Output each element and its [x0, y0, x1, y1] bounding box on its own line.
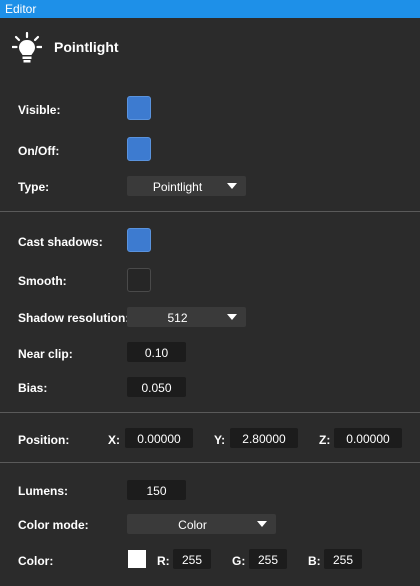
- onoff-label: On/Off:: [18, 144, 60, 158]
- color-mode-label: Color mode:: [18, 518, 89, 532]
- section-divider: [0, 462, 420, 463]
- smooth-checkbox[interactable]: [127, 268, 151, 292]
- shadow-resolution-label: Shadow resolution:: [18, 311, 130, 325]
- type-label: Type:: [18, 180, 50, 194]
- window-title: Editor: [5, 2, 37, 16]
- position-x-label: X:: [108, 433, 120, 447]
- chevron-down-icon: [227, 314, 237, 320]
- color-b-label: B:: [308, 554, 321, 568]
- color-label: Color:: [18, 554, 54, 568]
- shadow-resolution-dropdown[interactable]: 512: [127, 307, 246, 327]
- position-x-input[interactable]: 0.00000: [125, 428, 193, 448]
- window-titlebar[interactable]: Editor: [0, 0, 420, 18]
- chevron-down-icon: [227, 183, 237, 189]
- color-mode-value: Color: [178, 518, 207, 532]
- position-label: Position:: [18, 433, 70, 447]
- color-g-input[interactable]: 255: [249, 549, 287, 569]
- chevron-down-icon: [257, 521, 267, 527]
- color-swatch[interactable]: [128, 550, 146, 568]
- visible-checkbox[interactable]: [127, 96, 151, 120]
- color-r-input[interactable]: 255: [173, 549, 211, 569]
- lumens-label: Lumens:: [18, 484, 69, 498]
- smooth-label: Smooth:: [18, 274, 67, 288]
- section-divider: [0, 211, 420, 212]
- lumens-input[interactable]: 150: [127, 480, 186, 500]
- position-y-input[interactable]: 2.80000: [230, 428, 298, 448]
- section-divider: [0, 412, 420, 413]
- position-y-label: Y:: [214, 433, 226, 447]
- position-z-label: Z:: [319, 433, 331, 447]
- component-title: Pointlight: [54, 39, 119, 55]
- component-header: Pointlight: [0, 18, 420, 68]
- shadow-resolution-value: 512: [167, 311, 188, 325]
- onoff-checkbox[interactable]: [127, 137, 151, 161]
- position-z-input[interactable]: 0.00000: [334, 428, 402, 448]
- near-clip-label: Near clip:: [18, 347, 73, 361]
- color-g-label: G:: [232, 554, 246, 568]
- lightbulb-icon: [12, 32, 42, 63]
- cast-shadows-label: Cast shadows:: [18, 235, 103, 249]
- color-r-label: R:: [157, 554, 170, 568]
- bias-input[interactable]: 0.050: [127, 377, 186, 397]
- bias-label: Bias:: [18, 381, 48, 395]
- type-dropdown-value: Pointlight: [152, 180, 203, 194]
- color-b-input[interactable]: 255: [324, 549, 362, 569]
- cast-shadows-checkbox[interactable]: [127, 228, 151, 252]
- color-mode-dropdown[interactable]: Color: [127, 514, 276, 534]
- near-clip-input[interactable]: 0.10: [127, 342, 186, 362]
- visible-label: Visible:: [18, 103, 61, 117]
- type-dropdown[interactable]: Pointlight: [127, 176, 246, 196]
